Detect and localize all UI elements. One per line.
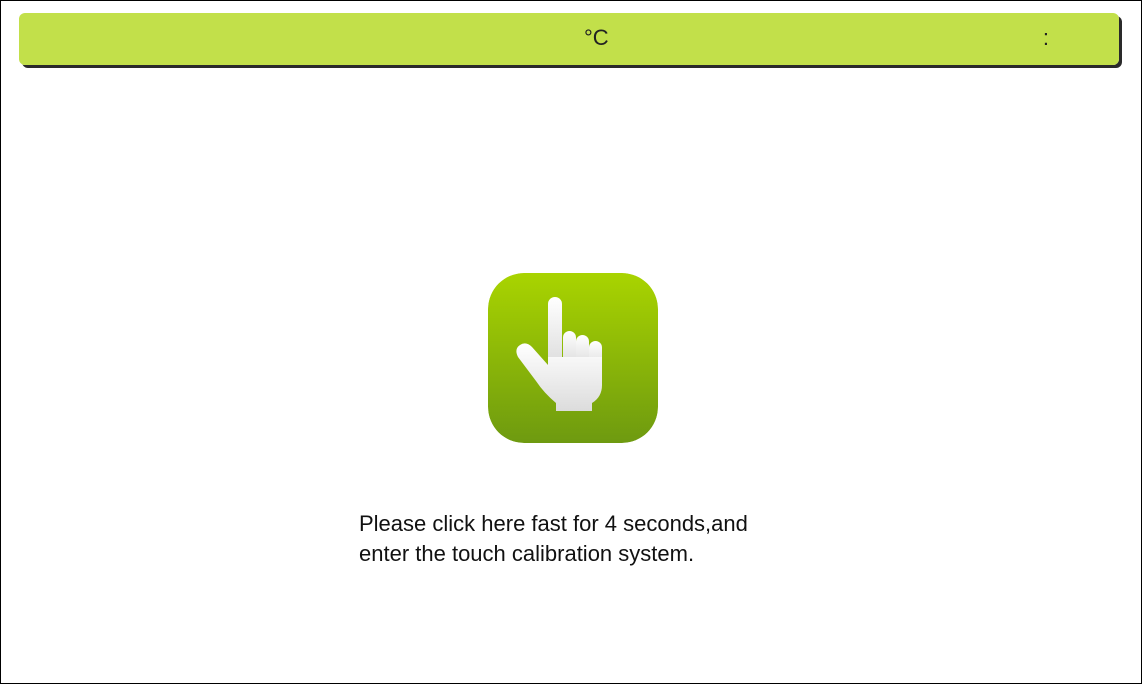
touch-calibration-button[interactable]: [488, 273, 658, 443]
instruction-line-2: enter the touch calibration system.: [359, 541, 695, 566]
clock-readout: :: [1042, 25, 1049, 50]
status-bar: °C :: [19, 13, 1119, 65]
temperature-readout: °C: [584, 25, 609, 50]
instruction-line-1: Please click here fast for 4 seconds,and: [359, 511, 748, 536]
screen-frame: °C : Please click here fast for 4 second…: [0, 0, 1142, 684]
pointing-hand-icon: [488, 273, 658, 443]
calibration-instruction: Please click here fast for 4 seconds,and…: [359, 509, 879, 569]
status-bar-background: [19, 13, 1119, 65]
